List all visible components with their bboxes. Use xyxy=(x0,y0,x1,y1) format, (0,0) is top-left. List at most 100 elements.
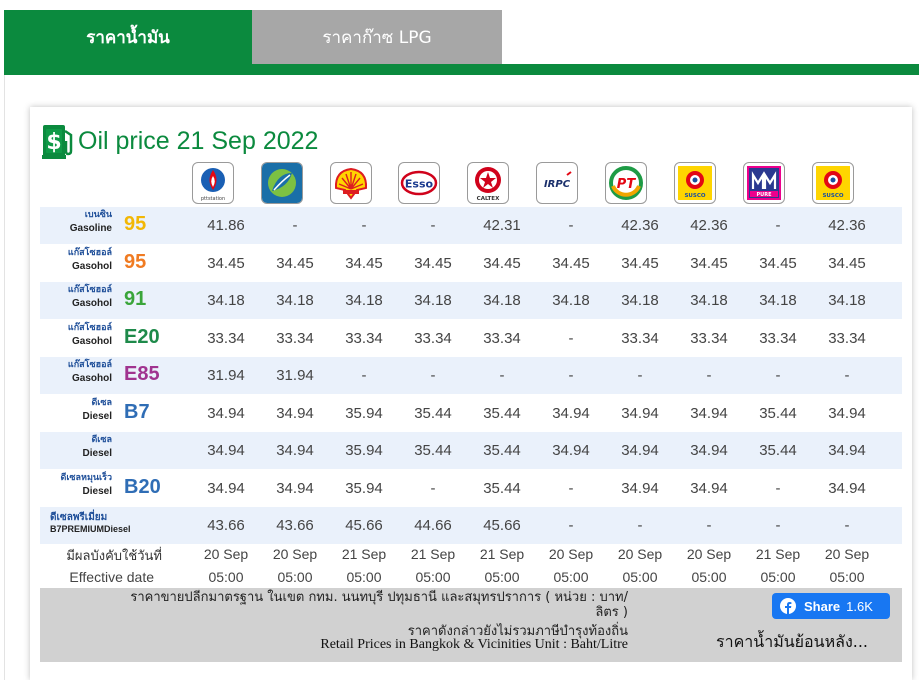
caltex-logo-icon: CALTEX xyxy=(475,167,501,202)
facebook-share-button[interactable]: Share 1.6K xyxy=(772,593,890,619)
svg-text:$: $ xyxy=(46,130,61,155)
price-cell: 33.34 xyxy=(276,329,314,347)
price-cell: 34.18 xyxy=(621,292,659,309)
effective-date: 20 Sep xyxy=(272,546,318,562)
price-cell: 35.94 xyxy=(345,442,383,459)
price-cell: 33.34 xyxy=(483,329,521,347)
price-cell: 34.18 xyxy=(828,292,866,309)
effective-date: 21 Sep xyxy=(341,546,387,562)
fuel-name-th: แก๊สโซฮอล์ xyxy=(67,285,112,295)
effective-time: 05:00 xyxy=(208,569,244,585)
price-cell: 33.34 xyxy=(690,329,728,347)
fuel-name-th: เบนซิน xyxy=(84,210,112,220)
share-label: Share xyxy=(804,598,841,614)
tab-oil-price[interactable]: ราคาน้ำมัน xyxy=(4,10,252,64)
fuel-row: แก๊สโซฮอล์ Gasohol E85 31.94 31.94 - - - - - - - - xyxy=(40,357,902,394)
price-cell: 42.36 xyxy=(690,217,728,234)
irpc-logo-icon: IRPC xyxy=(544,171,572,190)
fuel-label: แก๊สโซฮอล์ Gasohol 91 xyxy=(40,282,190,319)
price-cell: 34.18 xyxy=(414,292,452,309)
fuel-row: ดีเซลหมุนเร็ว Diesel B20 34.94 34.94 35.94 - 35… xyxy=(40,470,902,507)
price-cell: 34.94 xyxy=(276,479,314,497)
price-cell: 33.34 xyxy=(414,329,452,347)
tab-lpg-price[interactable]: ราคาก๊าซ LPG xyxy=(252,10,502,64)
svg-text:SUSCO: SUSCO xyxy=(822,193,843,199)
effective-date: 21 Sep xyxy=(479,546,525,562)
fuel-name-en: Diesel xyxy=(82,448,112,459)
price-cell: - xyxy=(292,217,298,234)
price-cell: 34.45 xyxy=(345,254,383,272)
fuel-row: ดีเซลพรีเมี่ยม B7PREMIUMDiesel 43.66 43.66 4… xyxy=(40,507,902,544)
brand-logo-caltex: CALTEX xyxy=(467,162,509,204)
price-cell: 34.94 xyxy=(690,479,728,497)
fuel-name-th: แก๊สโซฮอล์ xyxy=(67,360,112,370)
effective-time: 05:00 xyxy=(484,569,520,585)
fuel-row: แก๊สโซฮอล์ Gasohol 91 34.18 34.18 34.18 34.18 3… xyxy=(40,282,902,319)
price-cell: 33.34 xyxy=(207,329,245,347)
fuel-label: ดีเซลพรีเมี่ยม B7PREMIUMDiesel xyxy=(40,507,190,544)
fuel-name-en: Diesel xyxy=(82,485,112,497)
retail-note-line1: ราคาขายปลีกมาตรฐาน ในเขต กทม. นนทบุรี ปท… xyxy=(130,590,628,605)
effective-time: 05:00 xyxy=(277,569,313,585)
fuel-name-en: Gasoline xyxy=(69,223,112,234)
effective-date: 20 Sep xyxy=(824,546,870,562)
price-cell: 34.45 xyxy=(483,254,521,272)
price-cell: 45.66 xyxy=(483,517,521,534)
price-cell: 35.44 xyxy=(483,442,521,459)
fuel-row: เบนซิน Gasoline 95 41.86 - - - 42.31 - 42.36 42.36… xyxy=(40,207,902,244)
brand-logo-susco-2: SUSCO xyxy=(812,162,854,204)
fuel-name-en: Gasohol xyxy=(71,260,112,272)
price-cell: - xyxy=(361,367,367,384)
fuel-name-en: Gasohol xyxy=(71,335,112,347)
price-cell: 34.94 xyxy=(828,404,866,422)
price-cell: 44.66 xyxy=(414,517,452,534)
retail-note-th: ราคาขายปลีกมาตรฐาน ในเขต กทม. นนทบุรี ปท… xyxy=(54,590,628,620)
price-history-link[interactable]: ราคาน้ำมันย้อนหลัง... xyxy=(716,630,868,655)
price-cell: - xyxy=(775,517,781,534)
effective-time: 05:00 xyxy=(415,569,451,585)
effective-date: 20 Sep xyxy=(548,546,594,562)
price-cell: 34.94 xyxy=(621,442,659,459)
price-cell: 45.66 xyxy=(345,517,383,534)
effective-time: 05:00 xyxy=(760,569,796,585)
price-cell: 34.18 xyxy=(207,292,245,309)
effective-date: 21 Sep xyxy=(755,546,801,562)
price-cell: 33.34 xyxy=(828,329,866,347)
price-cell: - xyxy=(706,367,712,384)
price-cell: 35.44 xyxy=(483,479,521,497)
price-cell: - xyxy=(430,367,436,384)
effective-time: 05:00 xyxy=(622,569,658,585)
svg-text:SUSCO: SUSCO xyxy=(684,193,705,199)
price-cell: 34.45 xyxy=(621,254,659,272)
fuel-label: แก๊สโซฮอล์ Gasohol E20 xyxy=(40,320,190,357)
price-cell: 34.18 xyxy=(759,292,797,309)
effective-date: 21 Sep xyxy=(410,546,456,562)
price-cell: 34.94 xyxy=(552,404,590,422)
price-cell: - xyxy=(361,217,367,234)
price-cell: - xyxy=(430,479,436,497)
brand-logo-susco-1: SUSCO xyxy=(674,162,716,204)
price-cell: 34.94 xyxy=(552,442,590,459)
fuel-grade-code: B7 xyxy=(124,400,150,423)
susco-logo-icon: SUSCO xyxy=(816,166,850,200)
price-cell: 34.45 xyxy=(552,254,590,272)
effective-date: 20 Sep xyxy=(686,546,732,562)
price-cell: 43.66 xyxy=(276,517,314,534)
price-cell: 34.94 xyxy=(828,479,866,497)
price-cell: 34.94 xyxy=(690,404,728,422)
price-cell: - xyxy=(775,217,781,234)
price-cell: 34.94 xyxy=(690,442,728,459)
price-cell: 35.94 xyxy=(345,404,383,422)
price-cell: 34.45 xyxy=(276,254,314,272)
price-cell: - xyxy=(430,217,436,234)
price-cell: 34.94 xyxy=(621,479,659,497)
fuel-name-en: Diesel xyxy=(82,410,112,422)
price-cell: 34.94 xyxy=(207,479,245,497)
page-title: Oil price 21 Sep 2022 xyxy=(78,126,319,155)
bangchak-logo-icon xyxy=(262,163,302,203)
fuel-row: แก๊สโซฮอล์ Gasohol 95 34.45 34.45 34.45 34.45 3… xyxy=(40,245,902,282)
price-cell: 34.94 xyxy=(621,404,659,422)
fuel-name-th: ดีเซล xyxy=(91,397,112,408)
effective-date-label-th: มีผลบังคับใช้วันที่ xyxy=(66,549,162,564)
fuel-name-en: Gasohol xyxy=(71,373,112,384)
